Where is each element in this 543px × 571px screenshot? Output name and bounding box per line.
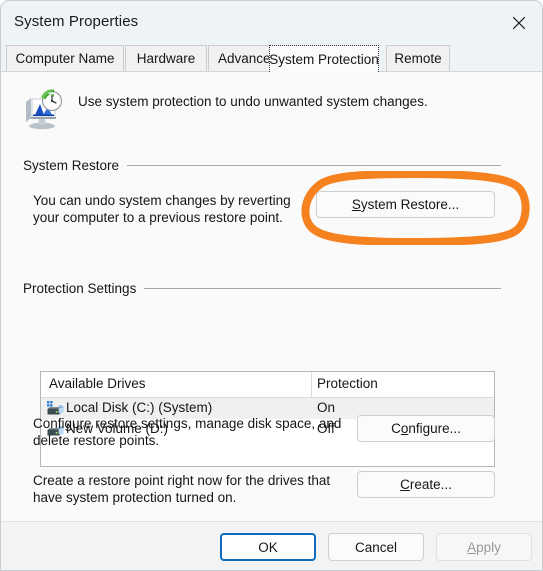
- tab-hardware[interactable]: Hardware: [125, 45, 207, 71]
- column-header-available-drives[interactable]: Available Drives: [49, 376, 146, 391]
- tab-label: Computer Name: [15, 51, 115, 66]
- list-header-row: Available Drives Protection: [41, 372, 494, 398]
- desc-line-1: Configure restore settings, manage disk …: [33, 416, 342, 431]
- panel-description: Use system protection to undo unwanted s…: [78, 94, 428, 109]
- accel-char: A: [467, 539, 477, 555]
- tab-computer-name[interactable]: Computer Name: [6, 45, 124, 71]
- apply-button[interactable]: Apply: [436, 533, 532, 561]
- create-description: Create a restore point right now for the…: [33, 472, 353, 506]
- group-heading-system-restore: System Restore: [23, 157, 501, 173]
- label-rest: ystem Restore...: [360, 197, 460, 212]
- label-pre: C: [391, 421, 401, 436]
- label-rest: reate...: [409, 477, 452, 492]
- tab-remote[interactable]: Remote: [386, 45, 450, 71]
- dialog-footer: OK Cancel Apply: [1, 521, 542, 570]
- window-title: System Properties: [14, 13, 139, 30]
- group-label: System Restore: [23, 157, 120, 173]
- tab-label: Hardware: [136, 51, 196, 66]
- accel-char: S: [351, 197, 361, 212]
- close-icon[interactable]: [496, 1, 542, 45]
- button-label: Cancel: [354, 539, 398, 555]
- tab-label: System Protection: [269, 51, 379, 67]
- desc-line-1: You can undo system changes by reverting: [33, 193, 291, 208]
- accel-char: C: [400, 477, 410, 492]
- configure-button[interactable]: Configure...: [357, 415, 495, 442]
- system-protection-panel: Use system protection to undo unwanted s…: [1, 71, 542, 522]
- column-divider: [311, 372, 312, 397]
- desc-line-2: delete restore points.: [33, 433, 160, 448]
- desc-line-2: have system protection turned on.: [33, 490, 237, 505]
- button-label: System Restore...: [352, 197, 459, 212]
- desc-line-1: Create a restore point right now for the…: [33, 473, 331, 488]
- tab-label: Remote: [394, 51, 442, 66]
- label-rest: pply: [476, 539, 501, 555]
- system-restore-button[interactable]: System Restore...: [316, 191, 495, 218]
- button-label: Configure...: [391, 421, 461, 436]
- system-properties-dialog: System Properties Computer Name Hardware…: [0, 0, 543, 571]
- group-label: Protection Settings: [23, 280, 137, 296]
- button-label: Create...: [400, 477, 452, 492]
- system-drive-icon: [47, 401, 64, 416]
- create-button[interactable]: Create...: [357, 471, 495, 498]
- system-restore-icon: [21, 88, 65, 132]
- title-bar: System Properties: [1, 1, 542, 45]
- group-heading-protection-settings: Protection Settings: [23, 280, 501, 296]
- ok-button[interactable]: OK: [220, 533, 316, 561]
- tab-system-protection[interactable]: System Protection: [269, 45, 379, 72]
- tab-strip: Computer Name Hardware Advanced System P…: [1, 45, 542, 73]
- button-label: Apply: [467, 540, 501, 555]
- desc-line-2: your computer to a previous restore poin…: [33, 210, 283, 225]
- drive-protection-status: On: [317, 400, 336, 415]
- configure-description: Configure restore settings, manage disk …: [33, 415, 353, 449]
- system-restore-description: You can undo system changes by reverting…: [33, 192, 313, 226]
- cancel-button[interactable]: Cancel: [328, 533, 424, 561]
- drive-name: Local Disk (C:) (System): [66, 400, 213, 415]
- button-label: OK: [258, 539, 278, 555]
- group-rule: [144, 287, 501, 289]
- group-rule: [127, 164, 501, 166]
- column-header-protection[interactable]: Protection: [317, 376, 378, 391]
- label-rest: nfigure...: [408, 421, 461, 436]
